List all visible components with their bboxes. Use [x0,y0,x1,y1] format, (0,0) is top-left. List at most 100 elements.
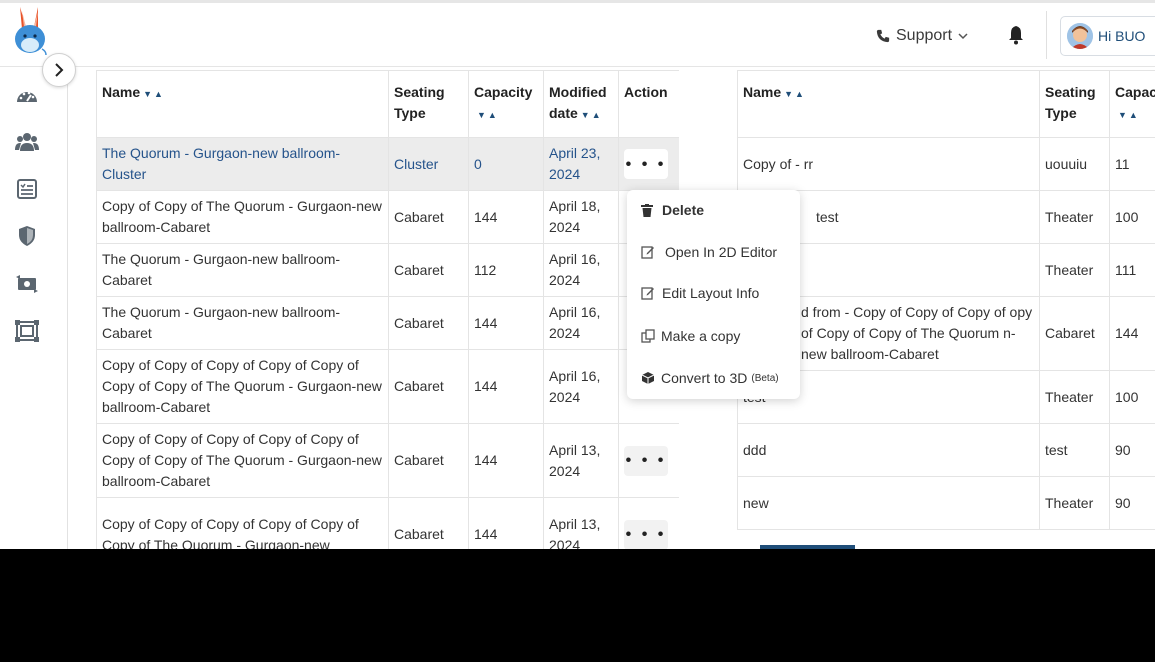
layout-name-cell[interactable]: The Quorum - Gurgaon-new ballroom-Cabare… [96,296,389,350]
seating-type-cell: Cabaret [388,243,469,297]
layout-name-cell[interactable]: Copy of Copy of Copy of Copy of Copy of … [96,423,389,498]
table-row[interactable]: The Quorum - Gurgaon-new ballroom-Cluste… [96,137,679,191]
layout-name-cell[interactable]: Copy of Copy of Copy of Copy of Copy of … [96,497,389,549]
table-row[interactable]: The Quorum - Gurgaon-new ballroom-Cabare… [96,296,679,350]
table-row[interactable]: Theater 111 [737,243,1155,297]
app-header: Support Hi BUO [0,3,1155,67]
seating-type-cell: Theater [1039,370,1110,424]
rabbit-logo-icon[interactable] [12,5,48,57]
menu-item-edit-layout-info[interactable]: Edit Layout Info [627,274,800,312]
col-header-capacity[interactable]: Capacity ▼▲ [468,70,544,138]
menu-item-open-2d-editor[interactable]: Open In 2D Editor [627,233,800,271]
dashboard-gauge-icon[interactable] [15,85,39,107]
header-divider [1046,11,1047,59]
seating-type-cell: uouuiu [1039,137,1110,191]
capacity-cell: 144 [468,190,544,244]
capacity-cell: 100 [1109,190,1155,244]
menu-item-make-copy[interactable]: Make a copy [627,317,800,355]
sort-icon[interactable]: ▼▲ [143,84,165,105]
more-actions-button[interactable]: • • • [624,519,668,549]
notification-bell-icon[interactable] [1007,25,1025,45]
user-greeting: Hi BUO [1098,28,1146,44]
edit-icon [641,246,654,259]
seating-type-cell: Cabaret [388,190,469,244]
capacity-cell: 144 [468,423,544,498]
support-menu[interactable]: Support [876,25,968,47]
layout-name-cell[interactable]: new [737,476,1040,530]
col-header-seating-type[interactable]: Seating Type [1039,70,1110,138]
col-header-modified-date[interactable]: Modified date ▼▲ [543,70,619,138]
modified-date-cell: April 16, 2024 [543,243,619,297]
trash-icon [641,203,653,217]
layout-frame-icon[interactable] [15,320,39,342]
table-header-row: Name ▼▲ Seating Type Capacity ▼▲ Modified … [96,70,679,138]
user-menu[interactable]: Hi BUO [1060,16,1155,56]
table-row[interactable]: new Theater 90 [737,476,1155,530]
table-row[interactable]: test Theater 100 [737,190,1155,244]
col-header-capacity[interactable]: Capac ▼▲ [1109,70,1155,138]
layout-name-cell[interactable]: Copy of Copy of Copy of Copy of Copy of … [96,349,389,424]
sync-money-icon[interactable] [15,273,39,295]
action-cell: • • • [618,423,679,498]
copy-icon [641,329,655,343]
table-row[interactable]: Copy of Copy of Copy of Copy of Copy of … [96,349,679,424]
menu-item-delete[interactable]: Delete [627,191,800,229]
seating-type-cell: test [1039,423,1110,477]
table-row[interactable]: Copy of Copy of Copy of Copy of Copy of … [96,497,679,549]
col-header-seating-type[interactable]: Seating Type [388,70,469,138]
layout-name-link[interactable]: The Quorum - Gurgaon-new ballroom-Cluste… [96,137,389,191]
table-row[interactable]: ddd test 90 [737,423,1155,477]
capacity-cell: 111 [1109,243,1155,297]
action-cell: • • • [618,497,679,549]
menu-item-convert-3d[interactable]: Convert to 3D (Beta) [627,359,800,397]
sidebar-toggle-button[interactable] [42,53,76,87]
seating-type-cell: Theater [1039,476,1110,530]
sort-icon[interactable]: ▼▲ [1118,105,1140,126]
layout-name-cell[interactable]: Copy of Copy of The Quorum - Gurgaon-new… [96,190,389,244]
seating-type-cell: Cluster [388,137,469,191]
seating-type-cell: Cabaret [1039,296,1110,371]
modified-date-cell: April 16, 2024 [543,296,619,350]
table-row[interactable]: d from - Copy of Copy of Copy of opy of … [737,296,1155,371]
cube-icon [641,372,655,384]
horizontal-scrollbar-thumb[interactable] [760,545,855,549]
modified-date-cell: April 16, 2024 [543,349,619,424]
sort-icon[interactable]: ▼▲ [581,105,603,126]
table-row[interactable]: The Quorum - Gurgaon-new ballroom-Cabare… [96,243,679,297]
users-group-icon[interactable] [15,131,39,153]
chevron-down-icon [958,33,968,40]
more-actions-button[interactable]: • • • [624,149,668,179]
table-row[interactable]: Copy of Copy of The Quorum - Gurgaon-new… [96,190,679,244]
avatar-face-icon [1067,23,1093,49]
seating-type-cell: Cabaret [388,296,469,350]
col-header-name[interactable]: Name ▼▲ [96,70,389,138]
layout-name-cell[interactable]: The Quorum - Gurgaon-new ballroom-Cabare… [96,243,389,297]
table-row[interactable]: Copy of Copy of Copy of Copy of Copy of … [96,423,679,498]
shield-icon[interactable] [15,225,39,247]
seating-type-cell: Theater [1039,243,1110,297]
phone-icon [876,29,890,43]
table-row[interactable]: test Theater 100 [737,370,1155,424]
more-actions-button[interactable]: • • • [624,445,668,476]
table-header-row: Name ▼▲ Seating Type Capac ▼▲ [737,70,1155,138]
sort-icon[interactable]: ▼▲ [784,84,806,105]
seating-type-cell: Cabaret [388,423,469,498]
action-cell: • • • [618,137,679,191]
app-viewport: Support Hi BUO Name ▼▲ Seating Type Capa… [0,0,1155,549]
sort-icon[interactable]: ▼▲ [477,105,499,126]
capacity-cell: 0 [468,137,544,191]
layouts-table-left: Name ▼▲ Seating Type Capacity ▼▲ Modified … [96,70,679,549]
table-row[interactable]: Copy of - rr uouuiu 11 [737,137,1155,191]
modified-date-cell: April 13, 2024 [543,423,619,498]
seating-type-cell: Cabaret [388,349,469,424]
checklist-icon[interactable] [15,178,39,200]
capacity-cell: 144 [468,296,544,350]
layout-name-cell[interactable]: ddd [737,423,1040,477]
capacity-cell: 144 [468,497,544,549]
sidebar [0,68,68,549]
col-header-name[interactable]: Name ▼▲ [737,70,1040,138]
layout-name-cell[interactable]: Copy of - rr [737,137,1040,191]
capacity-cell: 144 [1109,296,1155,371]
chevron-right-icon [55,63,64,77]
capacity-cell: 11 [1109,137,1155,191]
